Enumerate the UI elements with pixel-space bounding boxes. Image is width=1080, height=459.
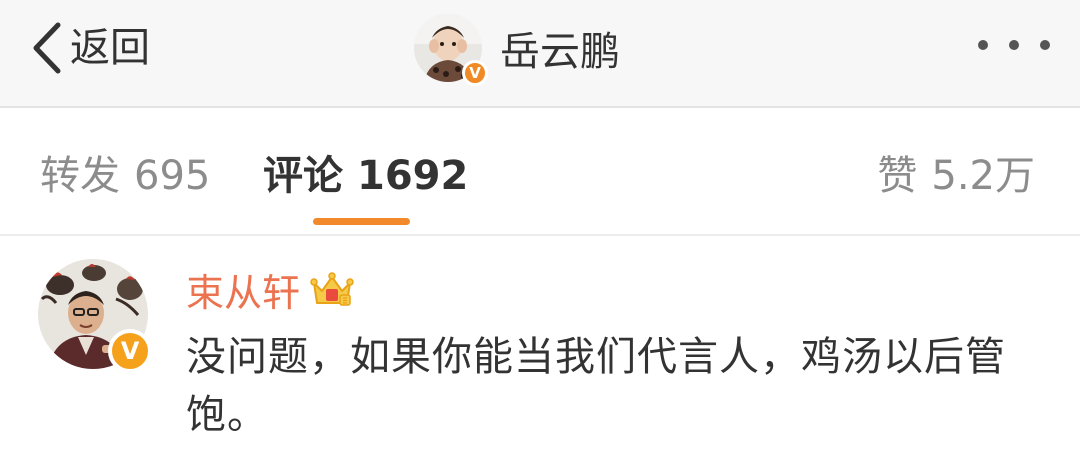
- tab-like[interactable]: 赞 5.2万: [877, 148, 1035, 204]
- back-label: 返回: [70, 25, 150, 71]
- comment-item[interactable]: V 束从轩 没问题，如果你能当我们代言人，鸡汤以后管饱。: [0, 236, 1080, 459]
- tab-comment[interactable]: 评论 1692: [263, 148, 468, 204]
- tab-comment-label: 评论: [263, 153, 343, 199]
- comment-author-name[interactable]: 束从轩: [186, 262, 300, 317]
- more-dots-icon: [1040, 40, 1050, 50]
- tab-repost-label: 转发: [40, 153, 120, 199]
- more-button[interactable]: [978, 30, 1050, 60]
- avatar[interactable]: V: [414, 14, 488, 86]
- more-dots-icon: [1009, 40, 1019, 50]
- more-dots-icon: [978, 40, 988, 50]
- avatar[interactable]: V: [38, 259, 152, 373]
- comment-text: 没问题，如果你能当我们代言人，鸡汤以后管饱。: [186, 334, 1006, 438]
- verified-badge-icon: V: [462, 60, 488, 86]
- active-tab-indicator: [313, 218, 410, 225]
- crown-member-icon: [310, 272, 354, 306]
- navigation-bar: 返回 V 岳云鹏: [0, 0, 1080, 108]
- tab-comment-count: 1692: [357, 153, 469, 199]
- tab-bar: 转发 695 评论 1692 赞 5.2万: [0, 108, 1080, 236]
- tab-like-label: 赞: [877, 153, 918, 199]
- nav-title[interactable]: V 岳云鹏: [414, 13, 620, 86]
- tab-repost-count: 695: [134, 153, 211, 199]
- comment-author: 束从轩: [186, 262, 354, 316]
- tab-repost[interactable]: 转发 695: [40, 148, 210, 204]
- verified-badge-icon: V: [108, 329, 152, 373]
- tab-like-count: 5.2万: [931, 153, 1035, 199]
- chevron-left-icon: [30, 19, 64, 77]
- nav-title-name: 岳云鹏: [500, 29, 620, 75]
- back-button[interactable]: 返回: [30, 18, 150, 78]
